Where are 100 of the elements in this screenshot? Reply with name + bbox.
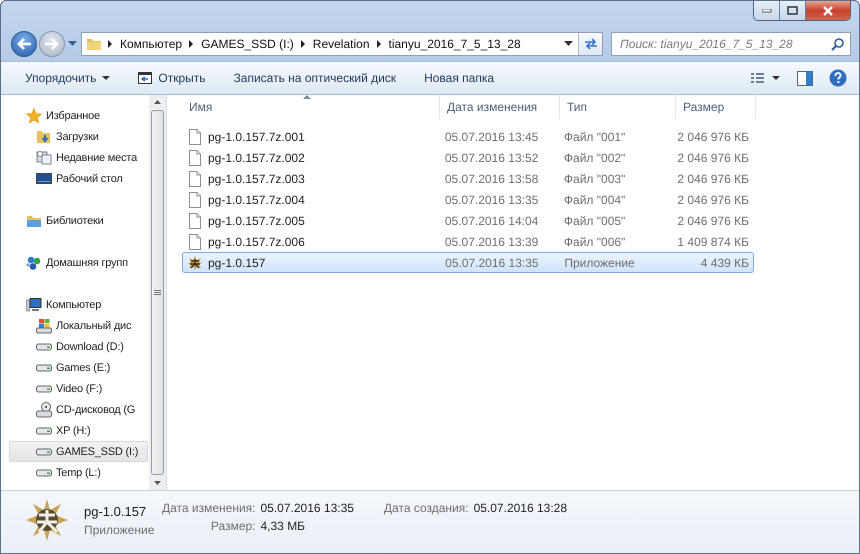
table-cell-text: Файл "005" <box>562 214 626 228</box>
file-name: pg-1.0.157.7z.001 <box>208 130 305 144</box>
tree-item[interactable]: Компьютер <box>1 294 148 315</box>
preview-pane-icon[interactable] <box>797 70 813 86</box>
toolbar-button[interactable]: Упорядочить <box>15 67 120 89</box>
tree-item[interactable]: Домашняя групп <box>1 252 148 273</box>
address-caret-icon[interactable] <box>564 41 573 47</box>
file-name: pg-1.0.157.7z.002 <box>208 150 305 164</box>
column-header[interactable]: Дата изменения <box>440 95 560 119</box>
star-icon <box>26 108 42 124</box>
file-name: pg-1.0.157.7z.004 <box>208 192 305 206</box>
table-cell-text: 2 046 976 КБ <box>676 130 750 144</box>
tree-item[interactable]: Download (D:) <box>1 336 148 357</box>
table-cell-text: 2 046 976 КБ <box>676 214 750 228</box>
file-icon <box>187 234 203 250</box>
scroll-up-icon[interactable] <box>154 100 161 104</box>
cd-drive-icon <box>36 402 52 418</box>
grip-icon <box>154 290 161 296</box>
file-name: pg-1.0.157.7z.005 <box>208 214 305 228</box>
forward-arrow-icon <box>44 37 60 51</box>
table-row[interactable]: pg-1.0.157.7z.002 05.07.2016 13:52 Файл "002" 2 046 976 КБ <box>182 147 754 168</box>
table-cell-text: 05.07.2016 14:04 <box>444 214 540 228</box>
back-arrow-icon <box>16 37 32 51</box>
tree-item[interactable]: Рабочий стол <box>1 168 148 189</box>
windows-drive-icon <box>36 318 52 334</box>
table-cell-text: 05.07.2016 13:58 <box>444 172 540 186</box>
table-cell-text: Файл "004" <box>562 192 626 206</box>
table-cell-text: 2 046 976 КБ <box>676 150 750 164</box>
tree-item[interactable]: CD-дисковод (G <box>1 399 148 420</box>
chevron-icon <box>108 40 113 48</box>
scrollbar[interactable] <box>149 95 166 490</box>
tree-item[interactable]: Локальный дис <box>1 315 148 336</box>
refresh-icon <box>582 37 598 51</box>
selected-row[interactable]: pg-1.0.157 05.07.2016 13:35 Приложение 4 439 КБ <box>182 252 754 273</box>
download-folder-icon <box>36 128 52 144</box>
breadcrumb[interactable]: Revelation <box>312 37 370 51</box>
breadcrumb[interactable]: GAMES_SSD (I:) <box>201 37 294 51</box>
computer-icon <box>26 296 42 312</box>
application-icon <box>25 498 69 542</box>
toolbar-button[interactable]: Открыть <box>128 67 216 89</box>
minimize-button[interactable] <box>754 1 780 20</box>
refresh-button[interactable] <box>578 33 602 55</box>
table-cell-text: 05.07.2016 13:39 <box>444 234 540 248</box>
table-cell-text: Файл "006" <box>562 234 626 248</box>
breadcrumb[interactable]: Компьютер <box>120 37 182 51</box>
desktop-icon <box>36 170 52 186</box>
file-name: pg-1.0.157 <box>84 504 148 518</box>
tree-item[interactable]: Temp (L:) <box>1 462 148 483</box>
table-cell-text: 05.07.2016 13:35 <box>444 192 540 206</box>
table-row[interactable]: pg-1.0.157.7z.001 05.07.2016 13:45 Файл "001" 2 046 976 КБ <box>182 126 754 147</box>
file-icon <box>187 150 203 166</box>
window-icon <box>138 71 152 85</box>
table-cell-text: 1 409 874 КБ <box>676 234 750 248</box>
property-value: 05.07.2016 13:28 <box>474 501 567 515</box>
tree-item[interactable]: Библиотеки <box>1 210 148 231</box>
file-icon <box>187 212 203 228</box>
table-row[interactable]: pg-1.0.157.7z.004 05.07.2016 13:35 Файл "004" 2 046 976 КБ <box>182 189 754 210</box>
minimize-icon <box>762 8 772 12</box>
view-options-icon[interactable] <box>751 72 781 84</box>
chevron-icon <box>300 40 306 48</box>
forward-button[interactable] <box>39 31 65 57</box>
tree-item[interactable]: Games (E:) <box>1 357 148 378</box>
column-header[interactable]: Тип <box>560 95 676 119</box>
table-row[interactable]: pg-1.0.157.7z.006 05.07.2016 13:39 Файл "006" 1 409 874 КБ <box>182 231 754 252</box>
help-icon[interactable] <box>829 69 847 87</box>
maximize-icon <box>787 6 798 15</box>
tree-item[interactable]: Video (F:) <box>1 378 148 399</box>
history-caret-icon[interactable] <box>68 41 77 47</box>
caret-icon <box>102 76 110 80</box>
file-icon <box>187 128 203 144</box>
tree-item[interactable]: Недавние места <box>1 147 148 168</box>
tree-item[interactable]: GAMES_SSD (I:) <box>9 441 148 462</box>
close-button[interactable] <box>806 1 850 20</box>
table-cell-text: Файл "001" <box>562 130 626 144</box>
table-row[interactable]: pg-1.0.157.7z.003 05.07.2016 13:58 Файл "003" 2 046 976 КБ <box>182 168 754 189</box>
tree-item[interactable]: Избранное <box>1 105 148 126</box>
tree-item[interactable]: XP (H:) <box>1 420 148 441</box>
folder-icon <box>86 36 102 52</box>
tree-item[interactable]: Загрузки <box>1 126 148 147</box>
file-name: pg-1.0.157.7z.006 <box>208 234 305 248</box>
table-cell-text: 05.07.2016 13:35 <box>444 256 540 270</box>
column-header[interactable]: Имя <box>182 95 440 119</box>
column-header[interactable]: Размер <box>676 95 756 119</box>
search-field[interactable]: Поиск: tianyu_2016_7_5_13_28 <box>611 32 851 56</box>
scrollbar-thumb[interactable] <box>151 110 164 475</box>
maximize-button[interactable] <box>780 1 806 20</box>
back-button[interactable] <box>11 31 37 57</box>
breadcrumb[interactable]: tianyu_2016_7_5_13_28 <box>388 37 521 51</box>
toolbar-button[interactable]: Новая папка <box>414 67 504 89</box>
chevron-icon <box>376 40 382 48</box>
scroll-down-icon[interactable] <box>154 481 161 485</box>
table-cell-text: Файл "003" <box>562 172 626 186</box>
file-icon <box>187 170 203 186</box>
toolbar-button[interactable]: Записать на оптический диск <box>224 67 406 89</box>
address-bar[interactable]: Компьютер GAMES_SSD (I:) Revelation tianyu_2016_7_5_13_28 <box>81 32 603 56</box>
table-cell-text: 2 046 976 КБ <box>676 172 750 186</box>
table-cell-text: 05.07.2016 13:45 <box>444 130 540 144</box>
table-row[interactable]: pg-1.0.157.7z.005 05.07.2016 14:04 Файл "005" 2 046 976 КБ <box>182 210 754 231</box>
file-icon <box>187 192 203 208</box>
homegroup-icon <box>26 254 42 270</box>
